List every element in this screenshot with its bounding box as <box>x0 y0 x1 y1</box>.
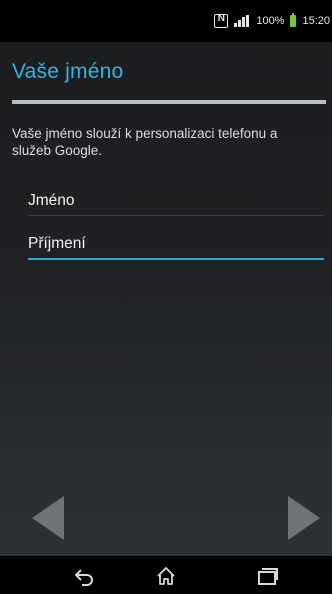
status-bar: 100% 15:20 <box>0 0 332 42</box>
battery-percent: 100% <box>256 15 285 27</box>
page-title: Vaše jméno <box>12 60 124 83</box>
setup-screen: 100% 15:20 Vaše jméno Vaše jméno slouží … <box>0 0 332 594</box>
first-name-field[interactable] <box>28 186 324 216</box>
home-icon[interactable] <box>154 564 178 588</box>
title-divider <box>12 100 326 104</box>
battery-icon <box>290 13 297 27</box>
next-arrow-icon[interactable] <box>288 496 320 540</box>
nfc-icon <box>214 13 229 28</box>
back-icon[interactable] <box>72 564 96 588</box>
signal-icon <box>234 15 250 27</box>
system-nav-bar <box>0 556 332 594</box>
status-time: 15:20 <box>302 15 330 27</box>
last-name-field[interactable] <box>28 230 324 260</box>
recent-apps-icon[interactable] <box>256 564 280 588</box>
back-arrow-icon[interactable] <box>32 496 64 540</box>
status-icons: 100% 15:20 <box>214 12 330 30</box>
description-text: Vaše jméno slouží k personalizaci telefo… <box>12 126 278 158</box>
